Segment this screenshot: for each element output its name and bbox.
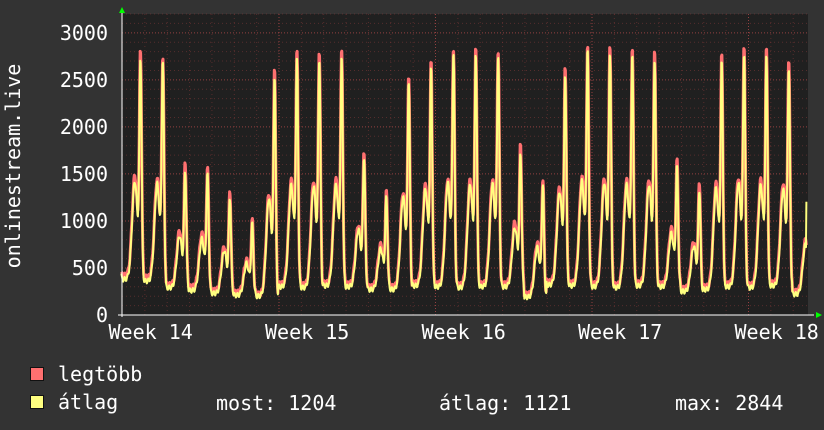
y-tick-label: 0: [96, 303, 108, 327]
x-tick-label: Week 16: [422, 320, 506, 344]
stat-current-value: 1204: [288, 391, 337, 415]
y-tick-label: 2000: [60, 115, 108, 139]
y-axis-label: onlinestream.live: [1, 64, 25, 269]
y-tick-label: 2500: [60, 68, 108, 92]
stat-average-value: 1121: [523, 391, 572, 415]
y-axis-arrow: [119, 7, 125, 13]
x-axis-arrow: [816, 312, 822, 318]
legend-label-avg: átlag: [58, 390, 119, 414]
stat-maximum-value: 2844: [735, 391, 784, 415]
y-tick-label: 1000: [60, 209, 108, 233]
y-tick-label: 500: [72, 256, 108, 280]
stat-current: most: 1204: [216, 391, 336, 415]
y-tick-labels: 0 500 1000 1500 2000 2500 3000: [60, 21, 108, 327]
stat-maximum-label: max:: [675, 391, 724, 415]
x-tick-label: Week 18: [735, 320, 819, 344]
legend-swatch-max: [30, 367, 44, 381]
chart-svg: 050010001500200025003000 Week 14 Week 15 W…: [1, 7, 822, 344]
legend-swatch-avg: [30, 395, 44, 409]
x-tick-label: Week 14: [109, 320, 193, 344]
legend-item-avg: átlag: [30, 390, 119, 414]
y-tick-label: 3000: [60, 21, 108, 45]
stat-average-label: átlag:: [439, 391, 512, 415]
legend-item-max: legtöbb: [30, 362, 143, 386]
stat-current-label: most:: [216, 391, 277, 415]
x-tick-labels: Week 14 Week 15 Week 16 Week 17 Week 18: [109, 320, 819, 344]
x-tick-label: Week 17: [578, 320, 662, 344]
stat-maximum: max: 2844: [675, 391, 783, 415]
legend-label-max: legtöbb: [58, 362, 143, 386]
stat-average: átlag: 1121: [439, 391, 571, 415]
y-tick-label: 1500: [60, 162, 108, 186]
x-tick-label: Week 15: [265, 320, 349, 344]
